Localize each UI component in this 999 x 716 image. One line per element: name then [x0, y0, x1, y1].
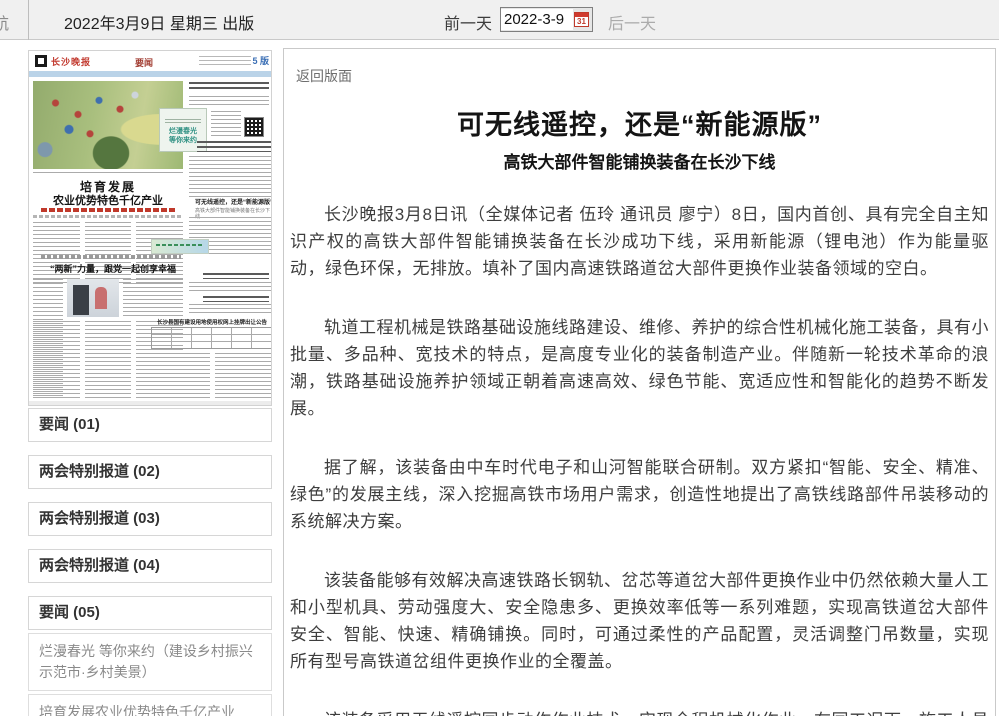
sidebar-article-link-2[interactable]: 培育发展农业优势特色千亿产业 [28, 694, 272, 716]
thumb-right-lower-text-2 [189, 304, 271, 315]
sidebar-item-yaowen-01[interactable]: 要闻 (01) [28, 408, 272, 442]
thumb-right-lower-headline-2 [203, 296, 269, 302]
thumb-masthead: 长沙晚报 要闻 5 版 [29, 51, 272, 71]
date-input[interactable] [501, 9, 573, 30]
article-panel: 返回版面 可无线遥控，还是“新能源版” 高铁大部件智能铺换装备在长沙下线 长沙晚… [283, 48, 996, 716]
article-link-label: 培育发展农业优势特色千亿产业 [39, 704, 235, 716]
article-paragraph: 轨道工程机械是铁路基础设施线路建设、维修、养护的综合性机械化施工装备，具有小批量… [290, 314, 989, 422]
sidebar-item-label: 两会特别报道 (04) [39, 557, 160, 574]
next-day-link: 后一天 [608, 10, 656, 34]
thumb-bottom-margin [29, 401, 272, 406]
thumb-worker-photo [67, 279, 119, 317]
article-subtitle: 高铁大部件智能铺换装备在长沙下线 [284, 148, 995, 173]
thumb-headline-line2: 农业优势特色千亿产业 [33, 192, 183, 208]
top-bar: 航 2022年3月9日 星期三 出版 前一天 31 后一天 [0, 0, 999, 40]
thumb-promo-box [151, 239, 209, 254]
thumb-machine-shape [73, 285, 89, 315]
sidebar-item-lianghui-02[interactable]: 两会特别报道 (02) [28, 455, 272, 489]
sidebar-section-list: 要闻 (01) 两会特别报道 (02) 两会特别报道 (03) 两会特别报道 (… [28, 408, 272, 716]
thumb-section-label: 要闻 [135, 56, 153, 69]
thumb-teal-box-lines [165, 119, 201, 124]
thumb-right-lower-text-1 [189, 282, 271, 293]
thumb-lower-col-mid [123, 279, 183, 317]
thumb-person-shape [95, 287, 107, 309]
thumb-brand: 长沙晚报 [51, 55, 91, 68]
thumb-masthead-meta [199, 56, 251, 65]
thumb-notice-title: 长沙县国有建设用地使用权网上挂牌出让公告 [151, 318, 272, 326]
thumb-right-text-3 [189, 156, 271, 198]
thumb-teal-line1: 烂漫春光 [160, 127, 206, 136]
article-paragraph: 长沙晚报3月8日讯（全媒体记者 伍玲 通讯员 廖宁）8日，国内首创、具有完全自主… [290, 201, 989, 282]
article-paragraph: 据了解，该装备由中车时代电子和山河智能联合研制。双方紧扣“智能、安全、精准、绿色… [290, 454, 989, 535]
thumb-blue-band [29, 71, 272, 77]
article-paragraph: 该装备采用无线遥控同步动作作业技术，实现全程机械化作业，在同工况下，施工人员较行… [290, 707, 989, 716]
sidebar-item-label: 两会特别报道 (03) [39, 510, 160, 527]
thumb-right-lower-headline-1 [203, 273, 269, 279]
qr-code [244, 117, 264, 137]
thumb-notice-text [151, 353, 272, 401]
sidebar-item-label: 要闻 (05) [39, 604, 100, 621]
calendar-icon-day: 31 [575, 17, 588, 27]
date-picker[interactable]: 31 [500, 7, 593, 32]
article-title: 可无线遥控，还是“新能源版” [284, 103, 995, 142]
publication-date: 2022年3月9日 星期三 出版 [64, 10, 254, 34]
thumb-photo-caption [33, 172, 183, 175]
article-paragraph: 该装备能够有效解决高速铁路长钢轨、岔芯等道岔大部件更换作业中仍然依赖大量人工和小… [290, 567, 989, 675]
article-body: 长沙晚报3月8日讯（全媒体记者 伍玲 通讯员 廖宁）8日，国内首创、具有完全自主… [284, 201, 995, 716]
calendar-icon[interactable]: 31 [574, 12, 589, 27]
thumb-right-headline-2 [197, 141, 271, 152]
thumb-logo [35, 55, 47, 67]
sidebar-item-label: 两会特别报道 (02) [39, 463, 160, 480]
newspaper-page-thumbnail[interactable]: 长沙晚报 要闻 5 版 培育发展 农业优势特色千亿产业 烂漫春光 等你来约 可无… [28, 50, 272, 406]
thumb-right-headline-1 [189, 82, 269, 92]
prev-day-link[interactable]: 前一天 [444, 10, 492, 34]
sidebar-item-yaowen-05[interactable]: 要闻 (05) [28, 596, 272, 630]
sidebar-item-lianghui-04[interactable]: 两会特别报道 (04) [28, 549, 272, 583]
thumb-red-subtitle [41, 208, 175, 212]
article-link-label: 烂漫春光 等你来约（建设乡村振兴示范市·乡村美景） [39, 643, 253, 680]
thumb-right-text-1 [189, 96, 269, 108]
thumb-mid-headline: “两新”力量，跟党一起创享幸福 [34, 262, 192, 275]
sidebar-item-lianghui-03[interactable]: 两会特别报道 (03) [28, 502, 272, 536]
thumb-article-headline: 可无线遥控，还是“新能源版” [195, 200, 272, 207]
thumb-page-number: 5 版 [252, 54, 269, 67]
thumb-right-text-2 [211, 111, 241, 139]
nav-partial-label[interactable]: 航 [0, 10, 9, 34]
topbar-divider [28, 0, 29, 40]
thumb-notice-table [151, 327, 272, 349]
sidebar-article-link-1[interactable]: 烂漫春光 等你来约（建设乡村振兴示范市·乡村美景） [28, 633, 272, 691]
sidebar-item-label: 要闻 (01) [39, 416, 100, 433]
thumb-eyebrow-line [41, 255, 181, 259]
thumb-divider-line [33, 215, 183, 218]
back-to-page-link[interactable]: 返回版面 [296, 66, 995, 86]
